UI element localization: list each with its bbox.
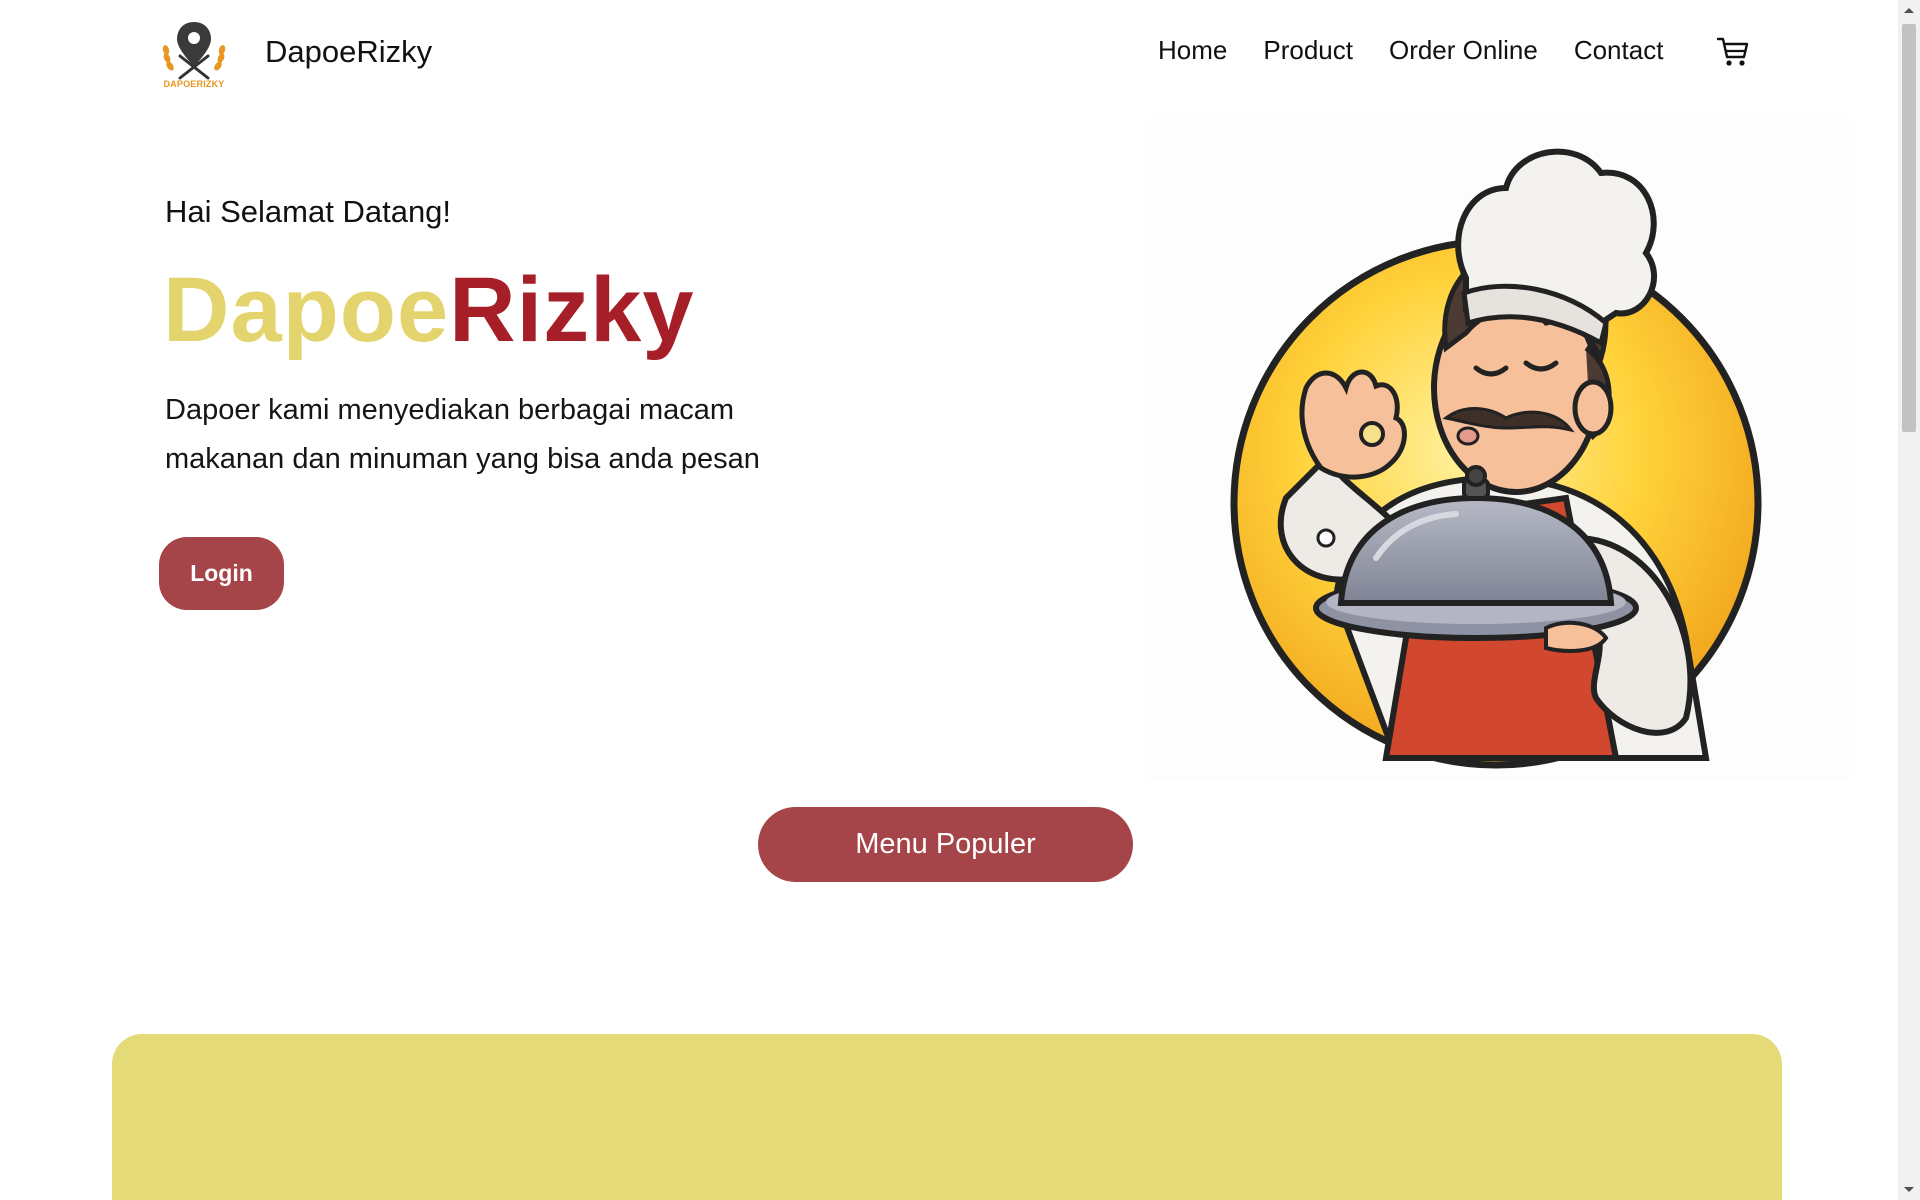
logo-pin-icon bbox=[162, 22, 226, 80]
login-button[interactable]: Login bbox=[159, 537, 284, 610]
logo-text: DAPOERIZKY bbox=[163, 79, 225, 89]
nav-link-product[interactable]: Product bbox=[1263, 35, 1353, 66]
nav-links: Home Product Order Online Contact bbox=[1158, 35, 1663, 66]
hero-greeting: Hai Selamat Datang! bbox=[165, 194, 452, 229]
menu-populer-button[interactable]: Menu Populer bbox=[758, 807, 1133, 882]
nav-link-home[interactable]: Home bbox=[1158, 35, 1227, 66]
navbar: DAPOERIZKY DapoeRizky Home Product Order… bbox=[0, 0, 1898, 104]
hero-title-part1: Dapoe bbox=[163, 259, 450, 361]
nav-link-contact[interactable]: Contact bbox=[1574, 35, 1664, 66]
scrollbar-thumb[interactable] bbox=[1902, 24, 1916, 432]
page: DAPOERIZKY DapoeRizky Home Product Order… bbox=[0, 0, 1920, 1200]
shopping-cart-icon[interactable] bbox=[1716, 34, 1750, 68]
brand-name[interactable]: DapoeRizky bbox=[265, 34, 432, 70]
hero-title: DapoeRizky bbox=[163, 264, 695, 356]
chef-illustration bbox=[1230, 148, 1762, 769]
popular-menu-section bbox=[112, 1034, 1782, 1200]
scroll-up-arrow-icon[interactable] bbox=[1898, 0, 1920, 20]
page-scrollbar[interactable] bbox=[1898, 0, 1920, 1200]
brand-logo[interactable]: DAPOERIZKY bbox=[156, 20, 232, 92]
nav-link-order-online[interactable]: Order Online bbox=[1389, 35, 1538, 66]
hero-title-part2: Rizky bbox=[449, 259, 695, 361]
hero-description: Dapoer kami menyediakan berbagai macam m… bbox=[165, 394, 760, 475]
scroll-down-arrow-icon[interactable] bbox=[1898, 1180, 1920, 1200]
